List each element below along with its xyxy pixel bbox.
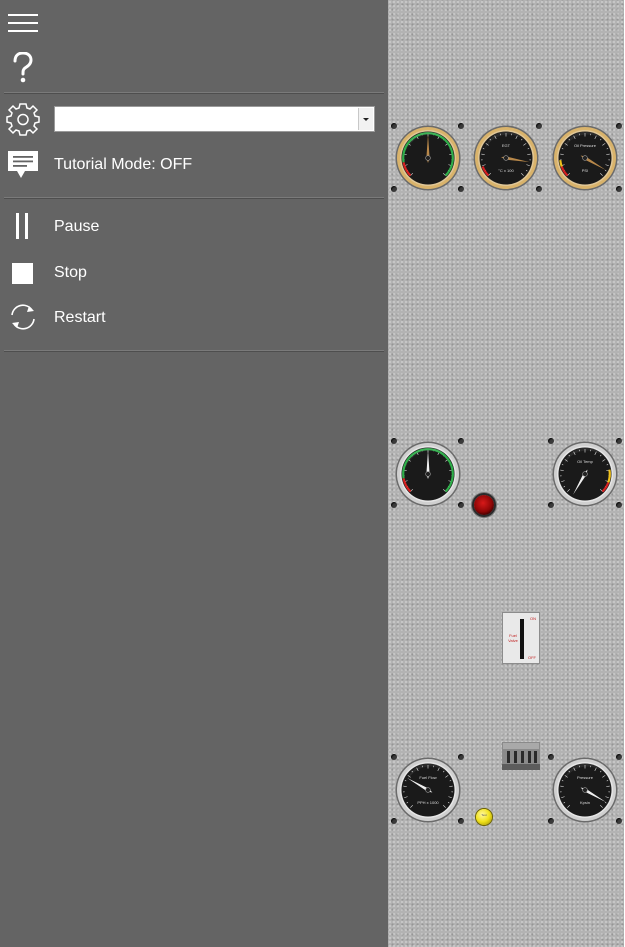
chat-bubble-icon[interactable] bbox=[7, 150, 39, 180]
gauge-sublabel: PSI bbox=[582, 168, 588, 173]
fuel-flow-gauge: Fuel Flow PPH x 1000 bbox=[395, 757, 461, 823]
gauge-dial: EGT °C x 100 bbox=[473, 125, 539, 191]
restart-button[interactable]: Restart bbox=[54, 309, 106, 327]
gauge-dial: Pressure Kpsin bbox=[552, 757, 618, 823]
gauge-sublabel: PPH x 1000 bbox=[417, 800, 439, 805]
egt-gauge: EGT °C x 100 bbox=[473, 125, 539, 191]
gauge bbox=[395, 125, 461, 191]
fuel-valve-on-label: ON bbox=[530, 616, 536, 621]
gauge-dial: Fuel Flow PPH x 1000 bbox=[395, 757, 461, 823]
fuel-valve-slot bbox=[520, 619, 524, 659]
stop-button[interactable]: Stop bbox=[54, 264, 87, 282]
stop-icon[interactable] bbox=[12, 263, 33, 284]
switch-bank[interactable] bbox=[502, 742, 540, 770]
gauge-label: Fuel Flow bbox=[419, 775, 436, 780]
menu-divider bbox=[4, 350, 384, 352]
oil-temp-gauge: Oil Temp bbox=[552, 441, 618, 507]
gauge-dial: Oil Pressure PSI bbox=[552, 125, 618, 191]
gauge bbox=[395, 441, 461, 507]
tutorial-mode-toggle[interactable]: Tutorial Mode: OFF bbox=[54, 156, 192, 174]
gauge-label: EGT bbox=[502, 143, 511, 148]
chevron-down-icon[interactable] bbox=[358, 108, 373, 130]
gauge-sublabel: °C x 100 bbox=[498, 168, 514, 173]
pause-icon[interactable] bbox=[14, 213, 30, 239]
menu-divider bbox=[4, 92, 384, 94]
gauge-dial bbox=[395, 125, 461, 191]
gauge-label: Oil Temp bbox=[577, 459, 593, 464]
gauge-label: Oil Pressure bbox=[574, 143, 597, 148]
gear-icon[interactable] bbox=[6, 102, 40, 136]
settings-select[interactable] bbox=[54, 106, 375, 132]
warning-light[interactable] bbox=[474, 495, 494, 515]
question-mark-icon[interactable] bbox=[10, 52, 36, 84]
pause-button[interactable]: Pause bbox=[54, 218, 99, 236]
test-button[interactable]: Test bbox=[476, 809, 492, 825]
fuel-valve-label: Fuel Valve bbox=[508, 633, 518, 643]
fuel-valve-off-label: OFF bbox=[528, 655, 536, 660]
fuel-valve-switch[interactable]: ON Fuel Valve OFF bbox=[502, 612, 540, 664]
gauge-sublabel: Kpsin bbox=[580, 800, 590, 805]
gauge-dial: Oil Temp bbox=[552, 441, 618, 507]
gauge-dial bbox=[395, 441, 461, 507]
menu-divider bbox=[4, 197, 384, 199]
pressure-gauge: Pressure Kpsin bbox=[552, 757, 618, 823]
gauge-label: Pressure bbox=[577, 775, 594, 780]
oil-pressure-gauge: Oil Pressure PSI bbox=[552, 125, 618, 191]
test-button-label: Test bbox=[481, 813, 487, 817]
side-menu: Tutorial Mode: OFF Pause Stop Restart bbox=[0, 0, 388, 947]
hamburger-menu-icon[interactable] bbox=[8, 13, 38, 33]
restart-icon[interactable] bbox=[8, 302, 38, 332]
